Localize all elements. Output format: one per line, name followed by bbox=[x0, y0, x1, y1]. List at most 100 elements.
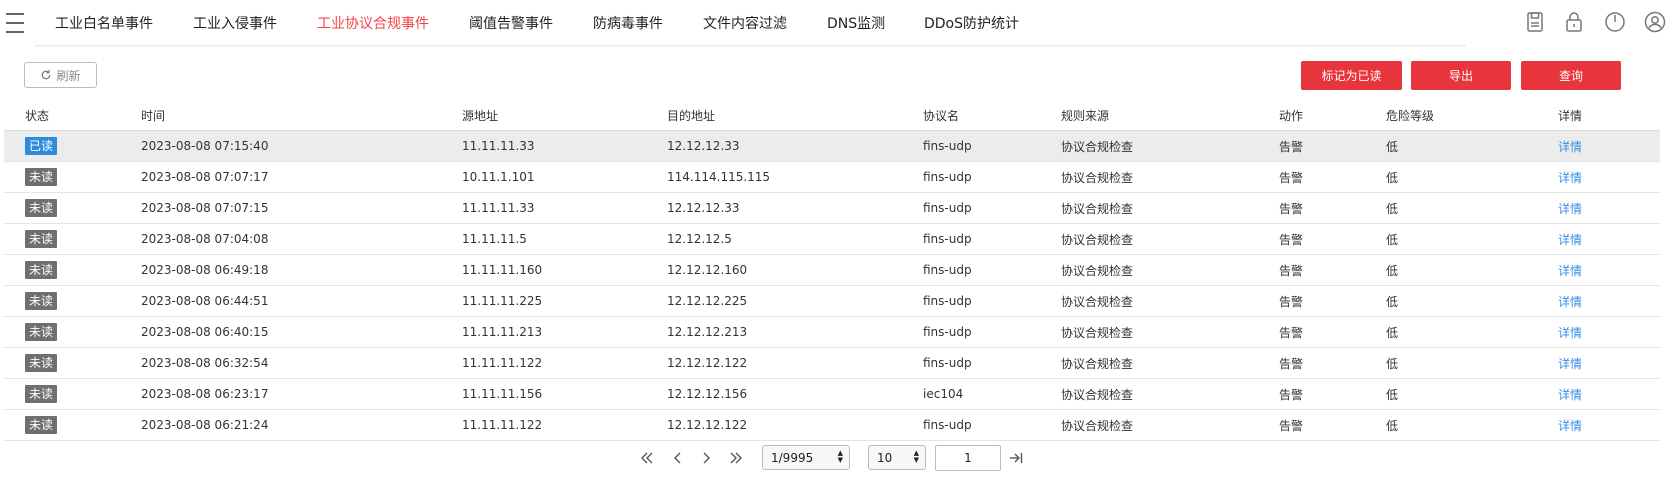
page-size-select[interactable]: 10 ▲ ▼ bbox=[868, 445, 926, 470]
cell-action: 告警 bbox=[1279, 286, 1303, 316]
tab-threshold-alarm-events[interactable]: 阈值告警事件 bbox=[469, 13, 553, 33]
lock-icon[interactable] bbox=[1562, 10, 1586, 34]
header-protocol: 协议名 bbox=[923, 109, 960, 123]
table-row[interactable]: 未读 2023-08-08 06:49:18 11.11.11.160 12.12.1… bbox=[4, 255, 1660, 286]
cell-protocol: fins-udp bbox=[923, 131, 972, 161]
cell-risk-level-text: 低 bbox=[1386, 201, 1399, 216]
cell-status: 未读 bbox=[25, 317, 58, 347]
cell-risk-level: 低 bbox=[1386, 131, 1398, 161]
cell-protocol-text: fins-udp bbox=[923, 325, 972, 339]
cell-source-text: 11.11.11.122 bbox=[462, 356, 543, 370]
cell-action: 告警 bbox=[1279, 224, 1303, 254]
detail-link[interactable]: 详情 bbox=[1558, 231, 1582, 248]
menu-icon[interactable] bbox=[6, 12, 24, 34]
page-number-input[interactable] bbox=[935, 445, 1001, 471]
table-row[interactable]: 未读 2023-08-08 07:07:15 11.11.11.33 12.12.12… bbox=[4, 193, 1660, 224]
cell-action-text: 告警 bbox=[1279, 294, 1304, 309]
header-time: 时间 bbox=[141, 109, 166, 123]
cell-destination-text: 12.12.12.156 bbox=[667, 387, 748, 401]
page-select[interactable]: 1/9995 ▲ ▼ bbox=[762, 445, 850, 470]
cell-time: 2023-08-08 06:21:24 bbox=[141, 410, 268, 440]
cell-status: 未读 bbox=[25, 193, 58, 223]
query-button[interactable]: 查询 bbox=[1521, 61, 1621, 90]
last-page-icon[interactable] bbox=[727, 449, 745, 467]
cell-protocol: iec104 bbox=[923, 379, 963, 409]
cell-status: 未读 bbox=[25, 410, 58, 440]
cell-destination-text: 114.114.115.115 bbox=[667, 170, 771, 184]
header-action: 动作 bbox=[1279, 109, 1304, 123]
cell-action: 告警 bbox=[1279, 255, 1303, 285]
table-row[interactable]: 未读 2023-08-08 06:44:51 11.11.11.225 12.12.1… bbox=[4, 286, 1660, 317]
detail-link[interactable]: 详情 bbox=[1558, 417, 1582, 434]
cell-destination-text: 12.12.12.122 bbox=[667, 356, 748, 370]
cell-destination-text: 12.12.12.5 bbox=[667, 232, 732, 246]
tab-antivirus-events[interactable]: 防病毒事件 bbox=[593, 13, 663, 33]
cell-time-text: 2023-08-08 06:49:18 bbox=[141, 263, 269, 277]
cell-protocol-text: fins-udp bbox=[923, 356, 972, 370]
detail-link[interactable]: 详情 bbox=[1558, 386, 1582, 403]
cell-time-text: 2023-08-08 07:07:15 bbox=[141, 201, 269, 215]
cell-status: 未读 bbox=[25, 379, 58, 409]
cell-risk-level: 低 bbox=[1386, 348, 1398, 378]
next-page-icon[interactable] bbox=[697, 449, 715, 467]
cell-time: 2023-08-08 06:49:18 bbox=[141, 255, 268, 285]
status-badge: 未读 bbox=[25, 385, 58, 403]
cell-destination: 12.12.12.122 bbox=[667, 348, 747, 378]
cell-rule-source-text: 协议合规检查 bbox=[1061, 356, 1134, 371]
cell-destination-text: 12.12.12.213 bbox=[667, 325, 748, 339]
cell-destination: 12.12.12.160 bbox=[667, 255, 747, 285]
status-badge: 未读 bbox=[25, 261, 58, 279]
cell-source-text: 11.11.11.213 bbox=[462, 325, 543, 339]
user-icon[interactable] bbox=[1643, 10, 1667, 34]
tab-file-content-filter[interactable]: 文件内容过滤 bbox=[703, 13, 787, 33]
refresh-button[interactable]: 刷新 bbox=[24, 62, 97, 88]
detail-link[interactable]: 详情 bbox=[1558, 355, 1582, 372]
cell-destination: 12.12.12.156 bbox=[667, 379, 747, 409]
table-row[interactable]: 未读 2023-08-08 06:21:24 11.11.11.122 12.12.1… bbox=[4, 410, 1660, 441]
tab-protocol-compliance-events[interactable]: 工业协议合规事件 bbox=[317, 13, 429, 33]
cell-status: 未读 bbox=[25, 162, 58, 192]
cell-time-text: 2023-08-08 06:44:51 bbox=[141, 294, 269, 308]
save-icon[interactable] bbox=[1523, 10, 1547, 34]
detail-link[interactable]: 详情 bbox=[1558, 200, 1582, 217]
go-to-page-icon[interactable] bbox=[1007, 449, 1025, 467]
table-row[interactable]: 未读 2023-08-08 06:32:54 11.11.11.122 12.12.1… bbox=[4, 348, 1660, 379]
cell-protocol: fins-udp bbox=[923, 224, 972, 254]
cell-source-text: 10.11.1.101 bbox=[462, 170, 535, 184]
table-row[interactable]: 未读 2023-08-08 07:04:08 11.11.11.5 12.12.12.… bbox=[4, 224, 1660, 255]
cell-time-text: 2023-08-08 06:21:24 bbox=[141, 418, 269, 432]
power-icon[interactable] bbox=[1603, 10, 1627, 34]
header-detail: 详情 bbox=[1558, 109, 1583, 123]
detail-link[interactable]: 详情 bbox=[1558, 138, 1582, 155]
table-row[interactable]: 已读 2023-08-08 07:15:40 11.11.11.33 12.12.12… bbox=[4, 131, 1660, 162]
table-row[interactable]: 未读 2023-08-08 06:40:15 11.11.11.213 12.12.1… bbox=[4, 317, 1660, 348]
cell-detail: 详情 bbox=[1558, 379, 1582, 409]
first-page-icon[interactable] bbox=[638, 449, 656, 467]
nav-divider bbox=[34, 45, 1466, 46]
cell-time-text: 2023-08-08 07:04:08 bbox=[141, 232, 269, 246]
export-button[interactable]: 导出 bbox=[1411, 61, 1511, 90]
cell-action-text: 告警 bbox=[1279, 263, 1304, 278]
cell-risk-level: 低 bbox=[1386, 162, 1398, 192]
cell-time-text: 2023-08-08 06:40:15 bbox=[141, 325, 269, 339]
detail-link[interactable]: 详情 bbox=[1558, 324, 1582, 341]
table-header: 状态 时间 源地址 目的地址 协议名 规则来源 动作 危险等级 详情 bbox=[4, 101, 1660, 131]
table-row[interactable]: 未读 2023-08-08 07:07:17 10.11.1.101 114.114.… bbox=[4, 162, 1660, 193]
mark-read-button[interactable]: 标记为已读 bbox=[1301, 61, 1402, 90]
cell-rule-source: 协议合规检查 bbox=[1061, 410, 1133, 440]
tab-dns-monitor[interactable]: DNS监测 bbox=[827, 13, 885, 33]
tab-intrusion-events[interactable]: 工业入侵事件 bbox=[193, 13, 277, 33]
cell-action: 告警 bbox=[1279, 193, 1303, 223]
table-row[interactable]: 未读 2023-08-08 06:23:17 11.11.11.156 12.12.1… bbox=[4, 379, 1660, 410]
tab-whitelist-events[interactable]: 工业白名单事件 bbox=[55, 13, 153, 33]
detail-link[interactable]: 详情 bbox=[1558, 293, 1582, 310]
cell-action-text: 告警 bbox=[1279, 387, 1304, 402]
cell-risk-level-text: 低 bbox=[1386, 387, 1399, 402]
cell-risk-level: 低 bbox=[1386, 410, 1398, 440]
cell-detail: 详情 bbox=[1558, 410, 1582, 440]
detail-link[interactable]: 详情 bbox=[1558, 262, 1582, 279]
tab-ddos-stats[interactable]: DDoS防护统计 bbox=[924, 13, 1019, 33]
detail-link[interactable]: 详情 bbox=[1558, 169, 1582, 186]
prev-page-icon[interactable] bbox=[669, 449, 687, 467]
cell-rule-source-text: 协议合规检查 bbox=[1061, 294, 1134, 309]
